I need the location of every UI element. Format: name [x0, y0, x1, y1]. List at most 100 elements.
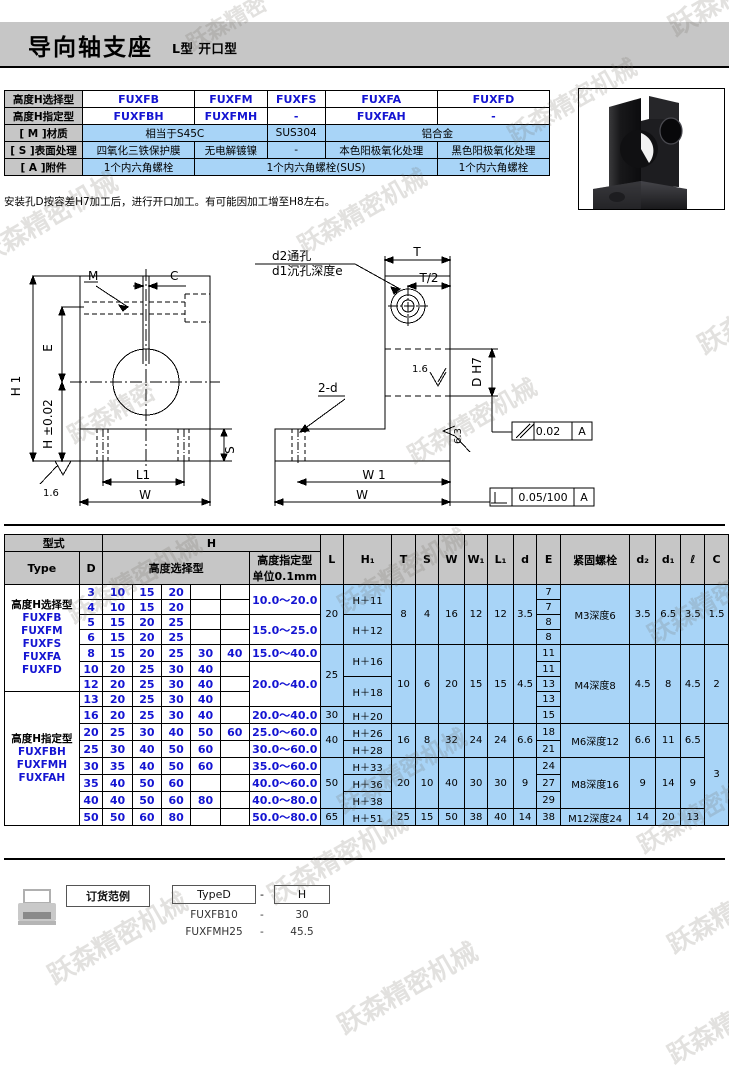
cell-w: 20 [438, 644, 465, 724]
note-d1-counterbore: d1沉孔深度e [272, 263, 343, 278]
cell-h-option [219, 791, 250, 809]
cell-d2: 9 [629, 757, 656, 809]
cell-c: 1.5 [704, 584, 729, 645]
cell-d: 12 [78, 676, 104, 692]
cell-h-option: 20 [102, 691, 133, 707]
dim-label-l1: L1 [136, 468, 150, 482]
cell-l1: 12 [487, 584, 514, 645]
cell-h-option [190, 808, 221, 826]
type-group-code: FUXFS [22, 638, 62, 650]
datasheet-page: 导向轴支座 L型 开口型 高度H选择型 FUXFB FUXFM FUXFS FU… [0, 0, 729, 1081]
cell-e: 7 [536, 584, 561, 600]
cell-h-assign: 35.0〜60.0 [248, 757, 321, 775]
table-row: 8 15 20 25 30 40 15.0〜40.0 25 H＋16 10 6 20 15 15 4.5 11… [5, 644, 729, 724]
cell-h-option [219, 584, 250, 600]
header-h-assign: 高度指定型 单位0.1mm [248, 551, 321, 585]
dim-label-c: C [170, 269, 178, 283]
cell-h-option: 80 [190, 791, 221, 809]
technical-drawing: H 1 E H ±0.02 M C L1 W S 1.6 d2通孔 d1沉孔深度… [0, 214, 729, 524]
cell-d2: 3.5 [629, 584, 656, 645]
cell-d: 8 [78, 644, 104, 662]
spec-surface-oxide: 四氧化三铁保护膜 [81, 141, 196, 159]
cell-h-option: 30 [160, 661, 192, 677]
cell-h-option [219, 757, 250, 775]
cell-h-option: 40 [190, 691, 221, 707]
cell-h-option: 60 [160, 774, 192, 792]
page-subtitle: L型 开口型 [172, 41, 238, 56]
specification-table: 高度H选择型 FUXFB FUXFM FUXFS FUXFA FUXFD 高度H… [4, 90, 551, 176]
cell-bolt: M4深度8 [559, 644, 631, 724]
group-header-h: H [102, 534, 321, 552]
cell-h-assign: 15.0〜40.0 [248, 644, 321, 662]
cell-e: 11 [536, 644, 561, 662]
header-type: Type [4, 551, 80, 585]
cell-h1: H＋33 [343, 757, 393, 775]
spec-label-select: 高度H选择型 [4, 90, 83, 108]
type-group-title: 高度H选择型 [11, 599, 73, 611]
tolerance-parallel-datum: A [578, 425, 586, 438]
cell-ell: 4.5 [680, 644, 706, 724]
spec-row-surface: [ S ]表面处理 四氧化三铁保护膜 无电解镀镍 - 本色阳极氧化处理 黑色阳极… [4, 141, 551, 159]
cell-h-option: 40 [190, 676, 221, 692]
dim-label-h1: H 1 [9, 376, 23, 396]
cell-l: 30 [319, 706, 345, 724]
cell-e: 38 [536, 808, 561, 826]
cell-d1: 11 [654, 723, 682, 758]
cell-d: 20 [78, 723, 104, 741]
cell-h-option: 10 [102, 599, 133, 615]
header-d1: d₁ [654, 534, 682, 585]
cell-d-small: 4.5 [512, 644, 538, 724]
cell-c: 2 [704, 644, 729, 724]
header-h-assign-line1: 高度指定型 [257, 554, 313, 567]
dim-label-e: E [41, 344, 55, 352]
type-group-code: FUXFAH [18, 771, 66, 784]
cell-h-option: 30 [160, 691, 192, 707]
cell-h-option: 25 [131, 691, 163, 707]
order-example-1-dash: - [260, 909, 264, 921]
spec-row-assign: 高度H指定型 FUXFBH FUXFMH - FUXFAH - [4, 107, 551, 125]
cell-h-option: 15 [102, 644, 133, 662]
spec-code-fuxfa: FUXFA [324, 90, 438, 108]
cell-h-option: 25 [160, 644, 192, 662]
cell-d1: 8 [654, 644, 682, 724]
cell-h-option: 80 [160, 808, 192, 826]
cell-bolt: M8深度16 [559, 757, 631, 809]
header-bolt: 紧固螺栓 [559, 534, 631, 585]
spec-surface-nickel: 无电解镀镍 [194, 141, 268, 159]
cell-e: 27 [536, 774, 561, 792]
type-group-code: FUXFM [21, 625, 63, 637]
type-group-code: FUXFMH [16, 758, 67, 771]
spec-surface-black-anodize: 黑色阳极氧化处理 [436, 141, 551, 159]
printer-icon [14, 888, 60, 930]
tolerance-perp-datum: A [580, 491, 588, 504]
cell-h-option: 30 [160, 676, 192, 692]
spec-accessory-bolt-2: 1个内六角螺栓 [436, 158, 551, 176]
type-group-code: FUXFB [22, 612, 62, 624]
cell-d2: 14 [629, 808, 656, 826]
type-group-code: FUXFA [22, 651, 61, 663]
cell-d: 40 [78, 791, 104, 809]
cell-h-option [219, 676, 250, 692]
cell-d-small: 6.6 [512, 723, 538, 758]
roughness-label-16-side: 1.6 [412, 364, 428, 375]
roughness-label-16-front: 1.6 [43, 488, 59, 499]
cell-l1: 30 [487, 757, 514, 809]
cell-ell: 6.5 [680, 723, 706, 758]
cell-e: 24 [536, 757, 561, 775]
note-d2-through-hole: d2通孔 [272, 249, 311, 263]
cell-w1: 15 [463, 644, 489, 724]
dim-label-dh7: D H7 [470, 357, 484, 387]
cell-h-option [219, 691, 250, 707]
cell-bolt: M3深度6 [559, 584, 631, 645]
cell-h-option: 30 [102, 740, 133, 758]
cell-h1: H＋20 [343, 706, 393, 724]
table-body: 高度H选择型 FUXFB FUXFM FUXFS FUXFA FUXFD 3 10 15 20 10… [4, 584, 729, 826]
cell-w1: 30 [463, 757, 489, 809]
cell-d1: 14 [654, 757, 682, 809]
cell-s: 15 [414, 808, 440, 826]
spec-surface-clear-anodize: 本色阳极氧化处理 [324, 141, 438, 159]
cell-d2: 6.6 [629, 723, 656, 758]
cell-h-option: 10 [102, 584, 133, 600]
cell-s: 8 [414, 723, 440, 758]
cell-h-option [219, 706, 250, 724]
